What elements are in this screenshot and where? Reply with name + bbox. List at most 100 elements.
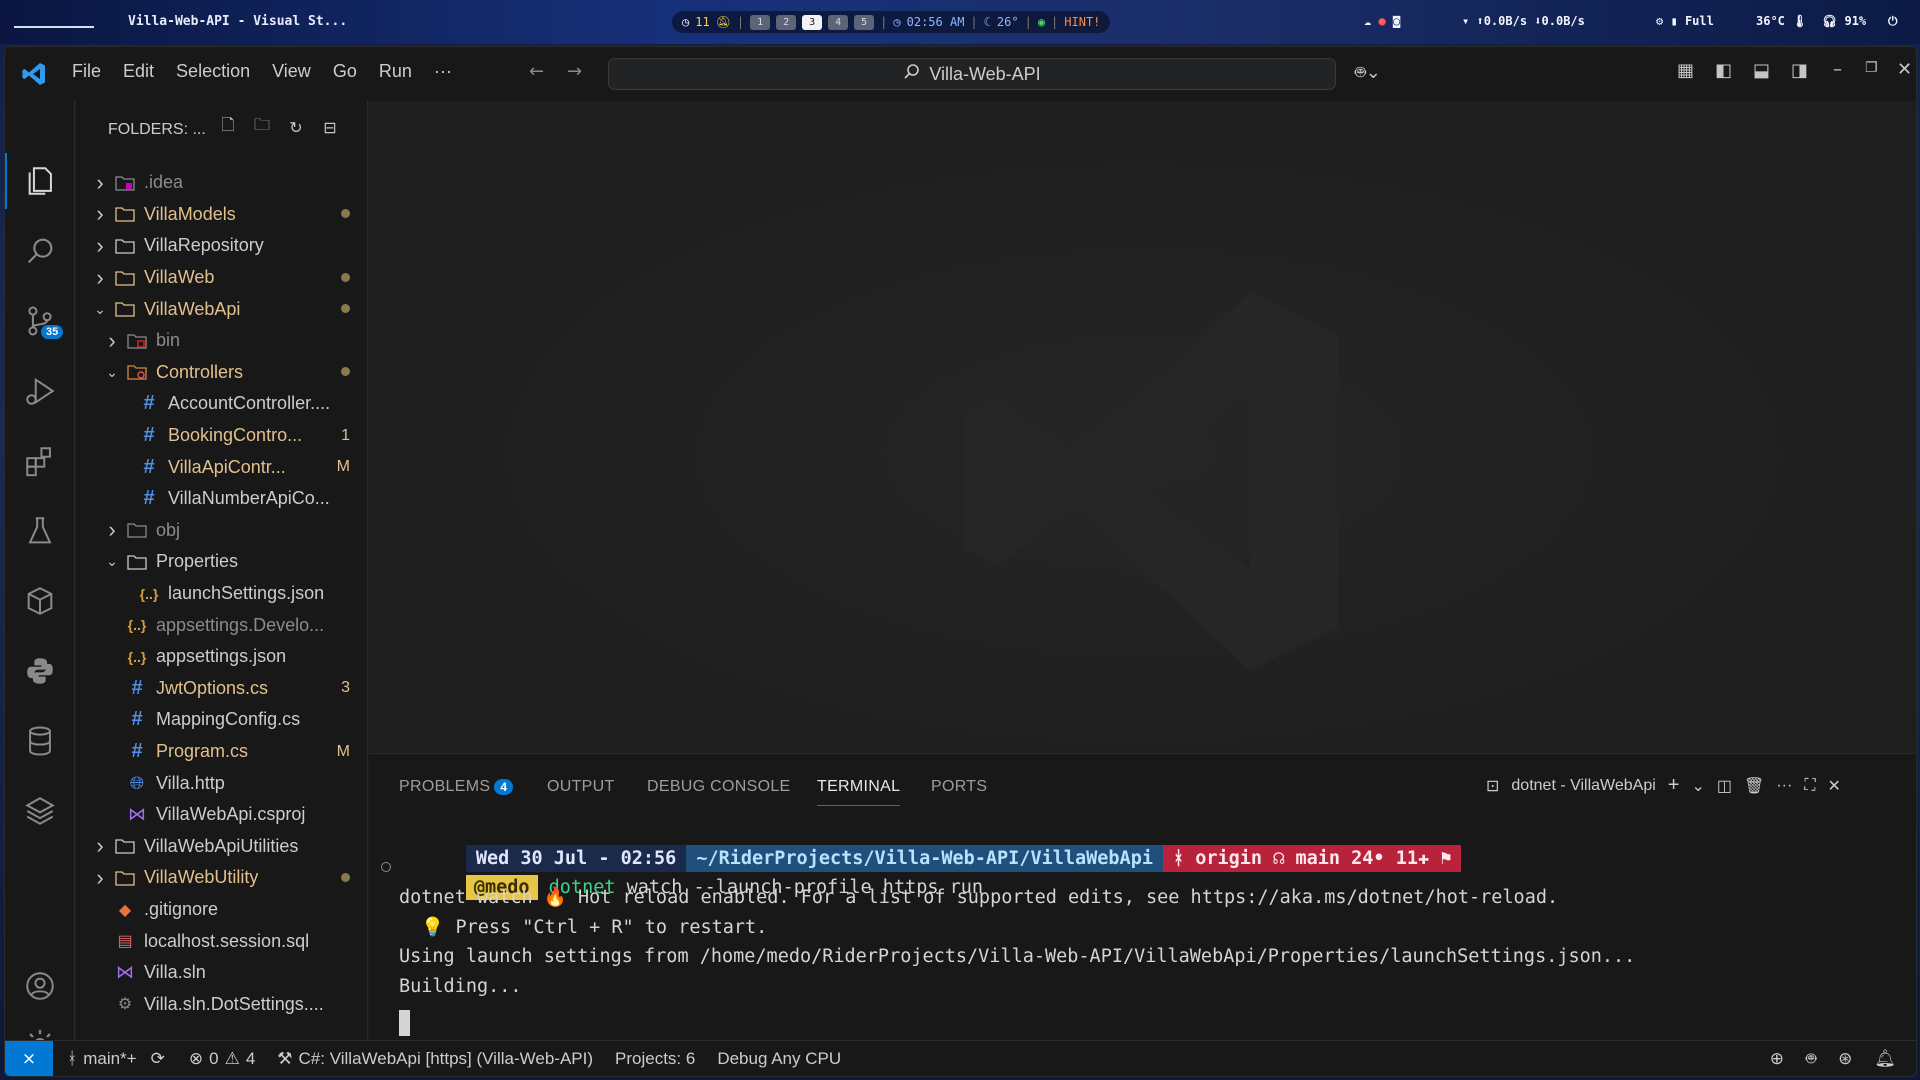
maximize-icon[interactable]: ❐ [1865, 60, 1878, 76]
tree-item[interactable]: # Program.cs M [76, 736, 368, 768]
tab-debug-console[interactable]: DEBUG CONSOLE [647, 778, 791, 796]
refresh-icon[interactable]: ↻ [284, 115, 308, 139]
python-activity[interactable] [5, 643, 75, 699]
tree-item[interactable]: ▤ localhost.session.sql [76, 925, 368, 957]
workspace-2[interactable]: 2 [776, 14, 797, 30]
workspace-4[interactable]: 4 [828, 14, 849, 30]
chevron-down-icon[interactable]: ⌄ [92, 301, 108, 318]
new-terminal-icon[interactable]: + [1668, 774, 1680, 797]
menu-go[interactable]: Go [322, 61, 368, 82]
close-panel-icon[interactable]: ✕ [1828, 776, 1841, 796]
extensions-activity[interactable] [5, 433, 75, 489]
chevron-right-icon[interactable]: › [92, 265, 108, 291]
kill-terminal-icon[interactable]: 🗑︎ [1744, 776, 1764, 796]
chevron-right-icon[interactable]: › [92, 233, 108, 259]
forward-arrow-icon[interactable]: → [567, 61, 582, 82]
csharp-project-status[interactable]: ⚒ C#: VillaWebApi [https] (Villa-Web-API) [277, 1049, 593, 1069]
tree-item[interactable]: # BookingContro... 1 [76, 420, 368, 452]
testing-activity[interactable] [5, 503, 75, 559]
chevron-right-icon[interactable]: › [92, 170, 108, 196]
tree-item[interactable]: 🌐︎ Villa.http [76, 767, 368, 799]
build-config[interactable]: Debug Any CPU [717, 1049, 841, 1069]
chevron-right-icon[interactable]: › [104, 517, 120, 543]
system-menu-line[interactable] [14, 26, 94, 28]
menu-selection[interactable]: Selection [165, 61, 261, 82]
chevron-right-icon[interactable]: › [92, 865, 108, 891]
close-icon[interactable]: ✕ [1897, 59, 1912, 80]
new-folder-icon[interactable]: 🗀︎ [250, 115, 274, 139]
tab-output[interactable]: OUTPUT [547, 778, 615, 796]
tree-item[interactable]: {..} appsettings.json [76, 641, 368, 673]
tree-item[interactable]: › .idea [76, 167, 368, 199]
tree-item[interactable]: # AccountController.... [76, 388, 368, 420]
containers-activity[interactable] [5, 573, 75, 629]
back-arrow-icon[interactable]: ← [529, 61, 544, 82]
tree-item[interactable]: › VillaRepository [76, 230, 368, 262]
tree-item[interactable]: ◆ .gitignore [76, 894, 368, 926]
notifications-bell-icon[interactable]: 🔔︎ [1874, 1049, 1896, 1069]
gear-icon[interactable]: ⚙ [1656, 14, 1663, 28]
tree-item[interactable]: # MappingConfig.cs [76, 704, 368, 736]
layers-activity[interactable] [5, 783, 75, 839]
git-branch-status[interactable]: ᚼ main*+ ⟳ [67, 1049, 165, 1069]
source-control-activity[interactable]: 35 [5, 293, 75, 349]
bell-off-icon[interactable]: 🔕︎ [716, 15, 731, 29]
tab-ports[interactable]: PORTS [931, 778, 987, 796]
tree-item[interactable]: ⋈ VillaWebApi.csproj [76, 799, 368, 831]
hint-text[interactable]: HINT! [1064, 15, 1100, 29]
menu-view[interactable]: View [261, 61, 322, 82]
copilot-chat-icon[interactable]: ⊛ [1838, 1049, 1852, 1069]
problems-status[interactable]: ⊗ 0 ⚠ 4 [189, 1049, 255, 1069]
tree-item[interactable]: {..} appsettings.Develo... [76, 609, 368, 641]
tree-item[interactable]: › VillaWeb [76, 262, 368, 294]
chevron-down-icon[interactable]: ⌄ [104, 364, 120, 381]
tree-item[interactable]: › VillaWebUtility [76, 862, 368, 894]
minimize-icon[interactable]: – [1833, 59, 1842, 80]
volume[interactable]: 🎧︎ 91% [1822, 14, 1866, 28]
editor-area[interactable] [369, 101, 1916, 806]
tree-item[interactable]: {..} launchSettings.json [76, 578, 368, 610]
customize-layout-icon[interactable]: ▦ [1677, 60, 1694, 81]
collapse-all-icon[interactable]: ⊟ [318, 115, 342, 139]
run-debug-activity[interactable] [5, 363, 75, 419]
new-file-icon[interactable]: 🗋︎ [216, 115, 240, 139]
tree-item[interactable]: › VillaModels [76, 199, 368, 231]
tray-chat-icon[interactable]: ☁ [1364, 14, 1371, 28]
tree-item[interactable]: # VillaApiContr... M [76, 451, 368, 483]
toggle-primary-sidebar-icon[interactable]: ◧ [1715, 60, 1732, 81]
zoom-icon[interactable]: ⊕ [1770, 1049, 1784, 1069]
chevron-down-icon[interactable]: ⌄ [104, 553, 120, 570]
tree-item[interactable]: ⚙ Villa.sln.DotSettings.... [76, 989, 368, 1021]
terminal-instance-label[interactable]: dotnet - VillaWebApi [1511, 777, 1655, 795]
menu-more[interactable]: ··· [423, 61, 463, 82]
tree-item[interactable]: ⌄ VillaWebApi [76, 293, 368, 325]
command-center-search[interactable]: Villa-Web-API [608, 58, 1336, 90]
chevron-right-icon[interactable]: › [92, 833, 108, 859]
terminal-dropdown-icon[interactable]: ⌄ [1691, 776, 1704, 796]
search-activity[interactable] [5, 223, 75, 279]
workspace-3[interactable]: 3 [802, 14, 823, 30]
command-decoration-icon[interactable] [381, 862, 391, 872]
tree-item[interactable]: › obj [76, 515, 368, 547]
split-terminal-icon[interactable]: ◫ [1717, 776, 1732, 796]
remote-indicator[interactable]: ⨯ [5, 1040, 53, 1076]
menu-file[interactable]: File [61, 61, 112, 82]
database-activity[interactable] [5, 713, 75, 769]
tree-item[interactable]: ⌄ Controllers [76, 357, 368, 389]
maximize-panel-icon[interactable]: ⛶ [1804, 777, 1815, 795]
workspace-5[interactable]: 5 [854, 14, 875, 30]
projects-count[interactable]: Projects: 6 [615, 1049, 695, 1069]
workspace-1[interactable]: 1 [750, 14, 771, 30]
chevron-right-icon[interactable]: › [104, 328, 120, 354]
discord-icon[interactable]: ◙ [1393, 14, 1400, 28]
tree-item[interactable]: › bin [76, 325, 368, 357]
menu-run[interactable]: Run [368, 61, 423, 82]
toggle-panel-icon[interactable]: ⬓ [1753, 60, 1770, 81]
copilot-icon[interactable]: 🤖︎⌄ [1355, 61, 1381, 86]
chevron-right-icon[interactable]: › [92, 201, 108, 227]
tray-alert-icon[interactable]: ● [1378, 14, 1385, 28]
more-actions-icon[interactable]: ··· [1776, 777, 1792, 795]
tree-item[interactable]: › VillaWebApiUtilities [76, 831, 368, 863]
tree-item[interactable]: # JwtOptions.cs 3 [76, 673, 368, 705]
menu-edit[interactable]: Edit [112, 61, 165, 82]
